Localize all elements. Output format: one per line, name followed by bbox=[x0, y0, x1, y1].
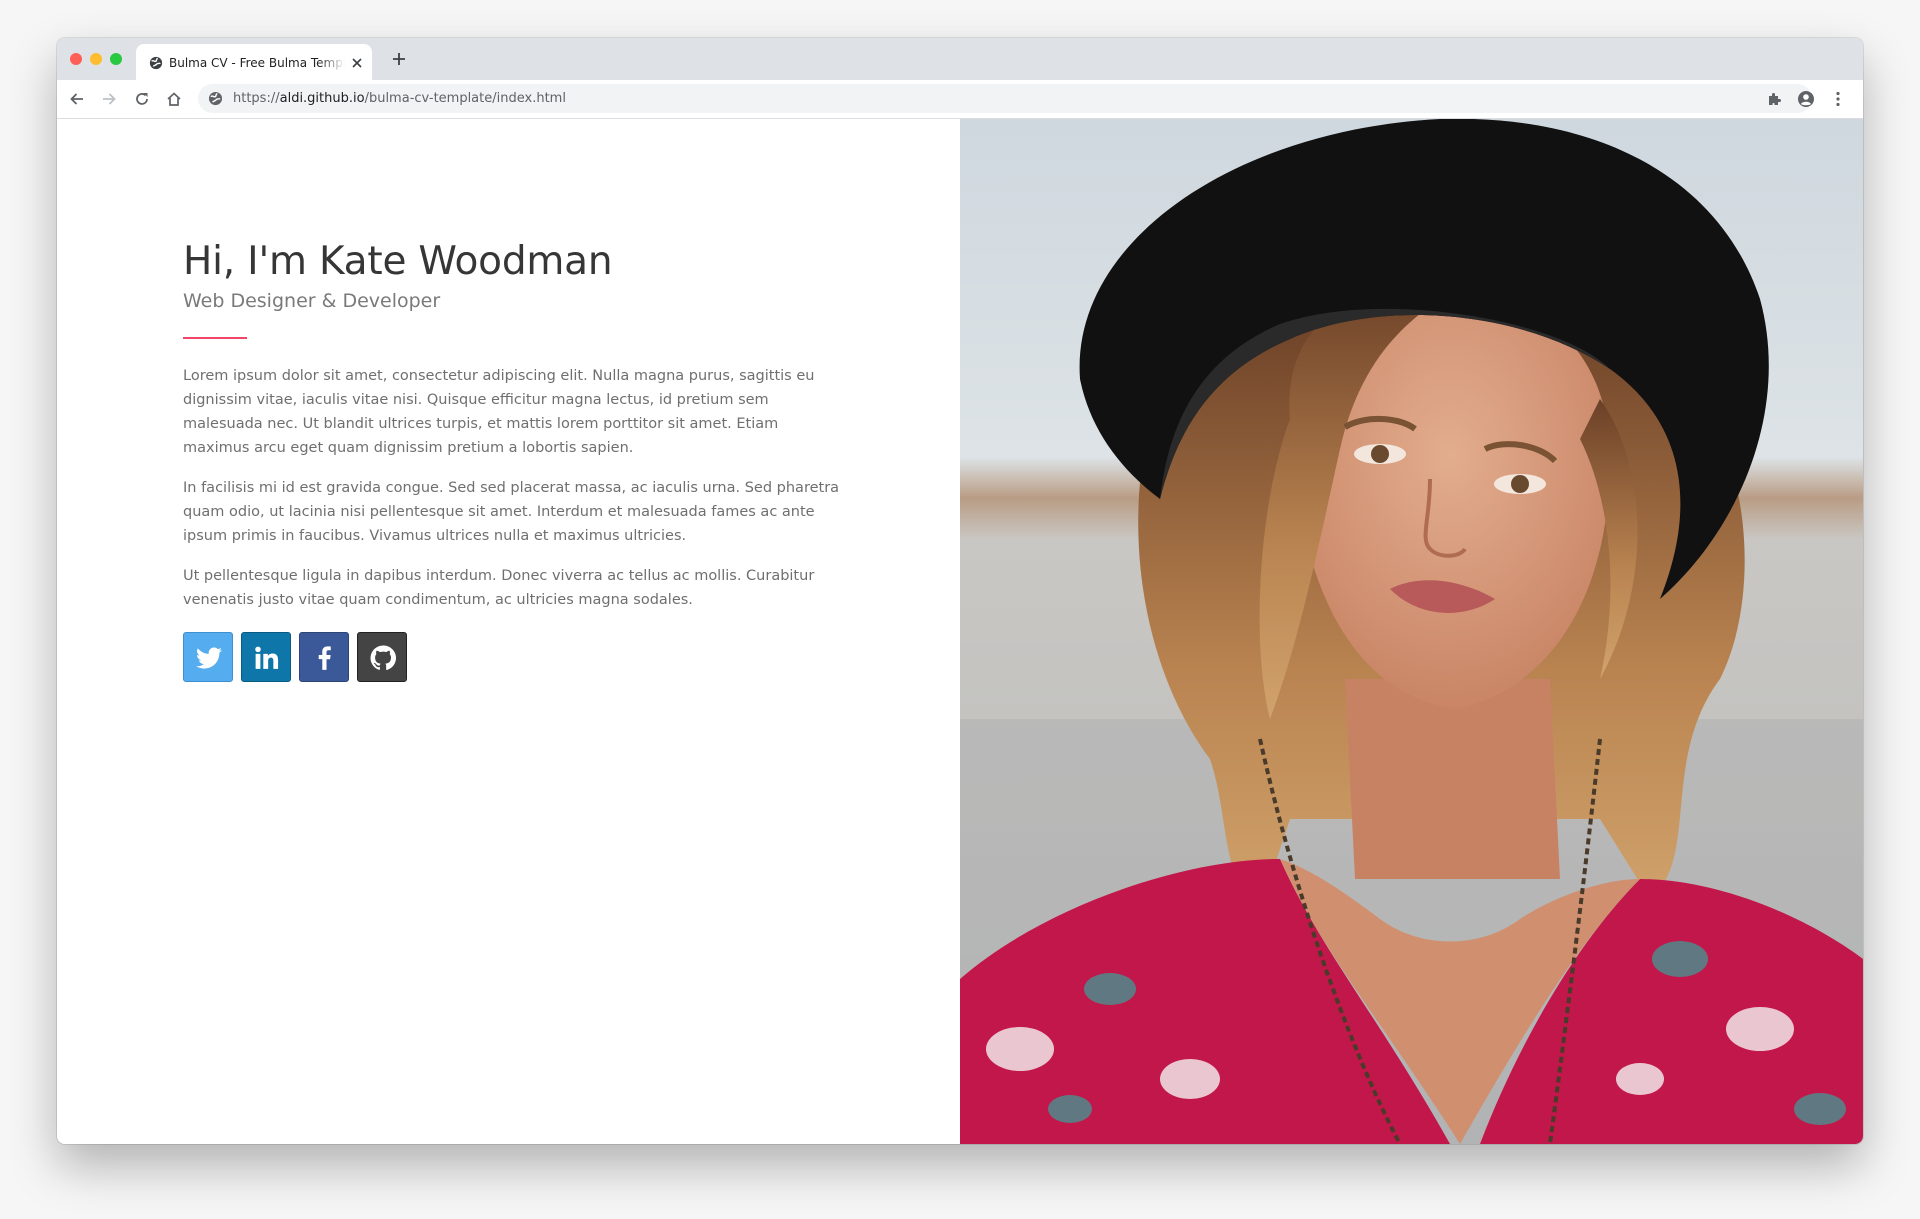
tab-strip: Bulma CV - Free Bulma Template bbox=[57, 38, 1863, 80]
arrow-left-icon[interactable] bbox=[68, 90, 86, 108]
github-icon bbox=[370, 645, 396, 670]
home-icon[interactable] bbox=[165, 90, 183, 108]
bio-paragraph: Ut pellentesque ligula in dapibus interd… bbox=[183, 568, 815, 608]
accent-divider bbox=[183, 337, 247, 339]
close-icon[interactable] bbox=[351, 57, 363, 69]
tab-title: Bulma CV - Free Bulma Template bbox=[169, 56, 345, 70]
address-bar[interactable]: https://aldi.github.io/bulma-cv-template… bbox=[198, 84, 1812, 113]
puzzle-icon[interactable] bbox=[1765, 90, 1783, 108]
window-maximize-button[interactable] bbox=[110, 53, 122, 65]
bio-paragraph: In facilisis mi id est gravida congue. S… bbox=[183, 480, 840, 544]
kebab-menu-icon[interactable] bbox=[1829, 90, 1847, 108]
page-title: Hi, I'm Kate Woodman bbox=[183, 239, 613, 284]
account-circle-icon[interactable] bbox=[1797, 90, 1815, 108]
bio-paragraph: Lorem ipsum dolor sit amet, consectetur … bbox=[183, 368, 815, 456]
facebook-button[interactable] bbox=[299, 632, 349, 682]
twitter-icon bbox=[196, 647, 222, 669]
site-info-icon[interactable] bbox=[208, 91, 223, 106]
arrow-right-icon[interactable] bbox=[100, 90, 118, 108]
portrait-photo bbox=[960, 119, 1863, 1144]
globe-icon bbox=[149, 56, 163, 70]
social-links bbox=[183, 632, 843, 682]
portrait-illustration bbox=[960, 119, 1863, 1144]
browser-toolbar: https://aldi.github.io/bulma-cv-template… bbox=[57, 80, 1863, 119]
url-text: https://aldi.github.io/bulma-cv-template… bbox=[233, 90, 566, 107]
browser-window: Bulma CV - Free Bulma Template bbox=[57, 38, 1863, 1144]
browser-tab[interactable]: Bulma CV - Free Bulma Template bbox=[136, 44, 372, 80]
page-viewport: Hi, I'm Kate Woodman Web Designer & Deve… bbox=[57, 119, 1863, 1144]
linkedin-button[interactable] bbox=[241, 632, 291, 682]
url-scheme: https:// bbox=[233, 91, 280, 106]
reload-icon[interactable] bbox=[133, 90, 151, 108]
url-host: aldi.github.io bbox=[279, 91, 365, 106]
page-subtitle: Web Designer & Developer bbox=[183, 290, 441, 312]
twitter-button[interactable] bbox=[183, 632, 233, 682]
url-path: /bulma-cv-template/index.html bbox=[364, 91, 566, 106]
github-button[interactable] bbox=[357, 632, 407, 682]
linkedin-icon bbox=[255, 646, 279, 669]
plus-icon[interactable] bbox=[391, 51, 407, 67]
intro-section: Hi, I'm Kate Woodman Web Designer & Deve… bbox=[183, 239, 843, 682]
window-close-button[interactable] bbox=[70, 53, 82, 65]
window-minimize-button[interactable] bbox=[90, 53, 102, 65]
facebook-icon bbox=[318, 646, 331, 670]
